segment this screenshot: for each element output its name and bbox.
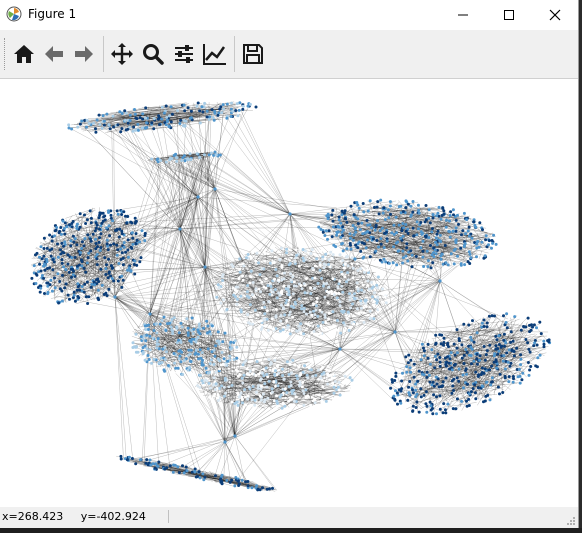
home-icon — [14, 45, 34, 63]
line-chart-icon — [203, 44, 226, 65]
graph-nodes — [30, 101, 552, 492]
back-button[interactable] — [39, 38, 69, 70]
status-bar: x=268.423 y=-402.924 — [0, 507, 578, 528]
plot-canvas[interactable] — [0, 79, 578, 507]
forward-button[interactable] — [69, 38, 99, 70]
toolbar-separator — [234, 36, 235, 72]
title-bar[interactable]: Figure 1 — [0, 0, 578, 30]
configure-subplots-button[interactable] — [169, 38, 199, 70]
minimize-button[interactable] — [440, 0, 486, 30]
move-icon — [111, 43, 133, 65]
maximize-icon — [504, 10, 514, 20]
toolbar-separator — [103, 36, 104, 72]
maximize-button[interactable] — [486, 0, 532, 30]
save-button[interactable] — [238, 38, 268, 70]
cursor-y: y=-402.924 — [80, 510, 146, 523]
zoom-button[interactable] — [138, 38, 168, 70]
background-taskbar — [0, 528, 582, 533]
matplotlib-app-icon — [6, 6, 22, 22]
cursor-coordinates: x=268.423 y=-402.924 — [2, 510, 169, 523]
close-button[interactable] — [532, 0, 578, 30]
resize-grip-icon[interactable] — [566, 516, 576, 526]
network-graph[interactable] — [0, 79, 578, 507]
sliders-icon — [175, 45, 193, 63]
edit-axis-button[interactable] — [200, 38, 230, 70]
floppy-disk-icon — [243, 44, 263, 64]
pan-button[interactable] — [107, 38, 137, 70]
home-button[interactable] — [9, 38, 39, 70]
arrow-left-icon — [45, 46, 63, 62]
figure-window: Figure 1 x=268.423 y=-402.924 — [0, 0, 579, 529]
toolbar-grip[interactable] — [4, 38, 7, 70]
window-title: Figure 1 — [28, 7, 77, 21]
cursor-x: x=268.423 — [2, 510, 64, 523]
minimize-icon — [458, 14, 468, 16]
close-icon — [549, 9, 561, 21]
magnifier-icon — [143, 44, 164, 65]
arrow-right-icon — [75, 46, 93, 62]
navigation-toolbar — [0, 30, 578, 79]
